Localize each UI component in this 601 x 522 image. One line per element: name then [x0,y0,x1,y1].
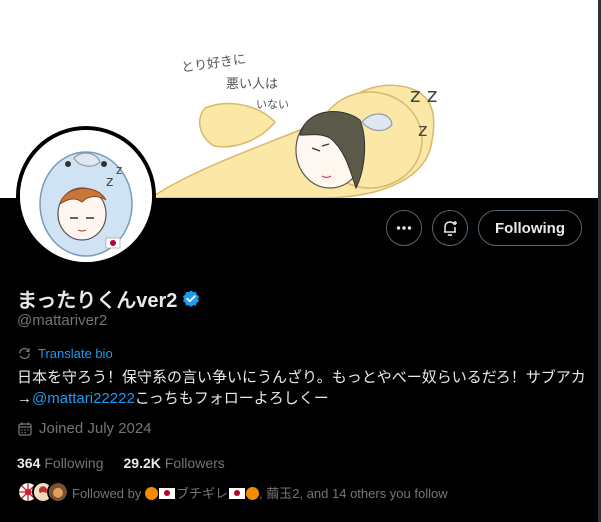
calendar-icon [18,422,32,436]
svg-text:z z: z z [410,83,437,107]
more-horizontal-icon [396,226,412,230]
translate-bio-link[interactable]: Translate bio [17,346,113,361]
notifications-button[interactable] [432,210,469,246]
orange-circle-icon [145,486,158,500]
followers-count: 29.2K [123,455,161,471]
followed-by-row[interactable]: Followed by ブチギレ , 繭玉2, and 14 others you… [17,481,448,503]
following-count-link[interactable]: 364 Following [17,455,104,471]
bio-mention-link[interactable]: @mattari22222 [32,390,135,407]
followers-label: Followers [164,455,225,471]
bell-plus-icon [444,221,458,236]
banner-caption-2: 悪い人は [226,77,278,92]
translate-label: Translate bio [38,346,113,361]
profile-avatar[interactable]: z z [16,126,156,266]
joined-date: Joined July 2024 [17,420,152,437]
profile-name-row: まったりくんver2 [17,284,201,313]
bio-text-2: こっちもフォローよろしくー [134,390,329,407]
follower-name-1: ブチギレ [176,485,229,501]
followed-by-prefix: Followed by [72,485,142,501]
verified-badge-icon[interactable] [181,289,201,309]
profile-handle: @mattariver2 [17,312,108,329]
banner-caption-3: いない [256,98,289,111]
more-button[interactable] [386,210,423,246]
profile-bio: 日本を守ろう！保守系の言い争いにうんざり。もっとやべー奴らいるだろ！サブアカ→@… [17,367,587,409]
orange-icon [246,486,260,500]
following-count: 364 [17,455,41,471]
banner-caption-1: とり好きに [180,52,246,76]
followed-by-rest: , 繭玉2, and 14 others you follow [259,485,448,501]
svg-text:z: z [106,174,113,190]
svg-text:z: z [116,163,122,177]
followed-by-text: Followed by ブチギレ , 繭玉2, and 14 others you… [72,483,448,502]
avatar [47,481,69,503]
following-button[interactable]: Following [478,210,582,246]
japan-flag-icon [159,487,175,499]
display-name: まったりくんver2 [17,290,178,312]
followers-count-link[interactable]: 29.2K Followers [124,455,225,471]
profile-actions: Following [386,210,582,246]
svg-text:z: z [418,120,427,141]
japan-flag-icon [229,487,246,499]
joined-label: Joined July 2024 [39,420,152,437]
avatar-image: z z [20,130,152,262]
following-label: Following [44,455,104,471]
profile-stats: 364 Following 29.2K Followers [17,455,225,471]
translate-icon [19,347,30,360]
follower-avatars [17,481,69,503]
